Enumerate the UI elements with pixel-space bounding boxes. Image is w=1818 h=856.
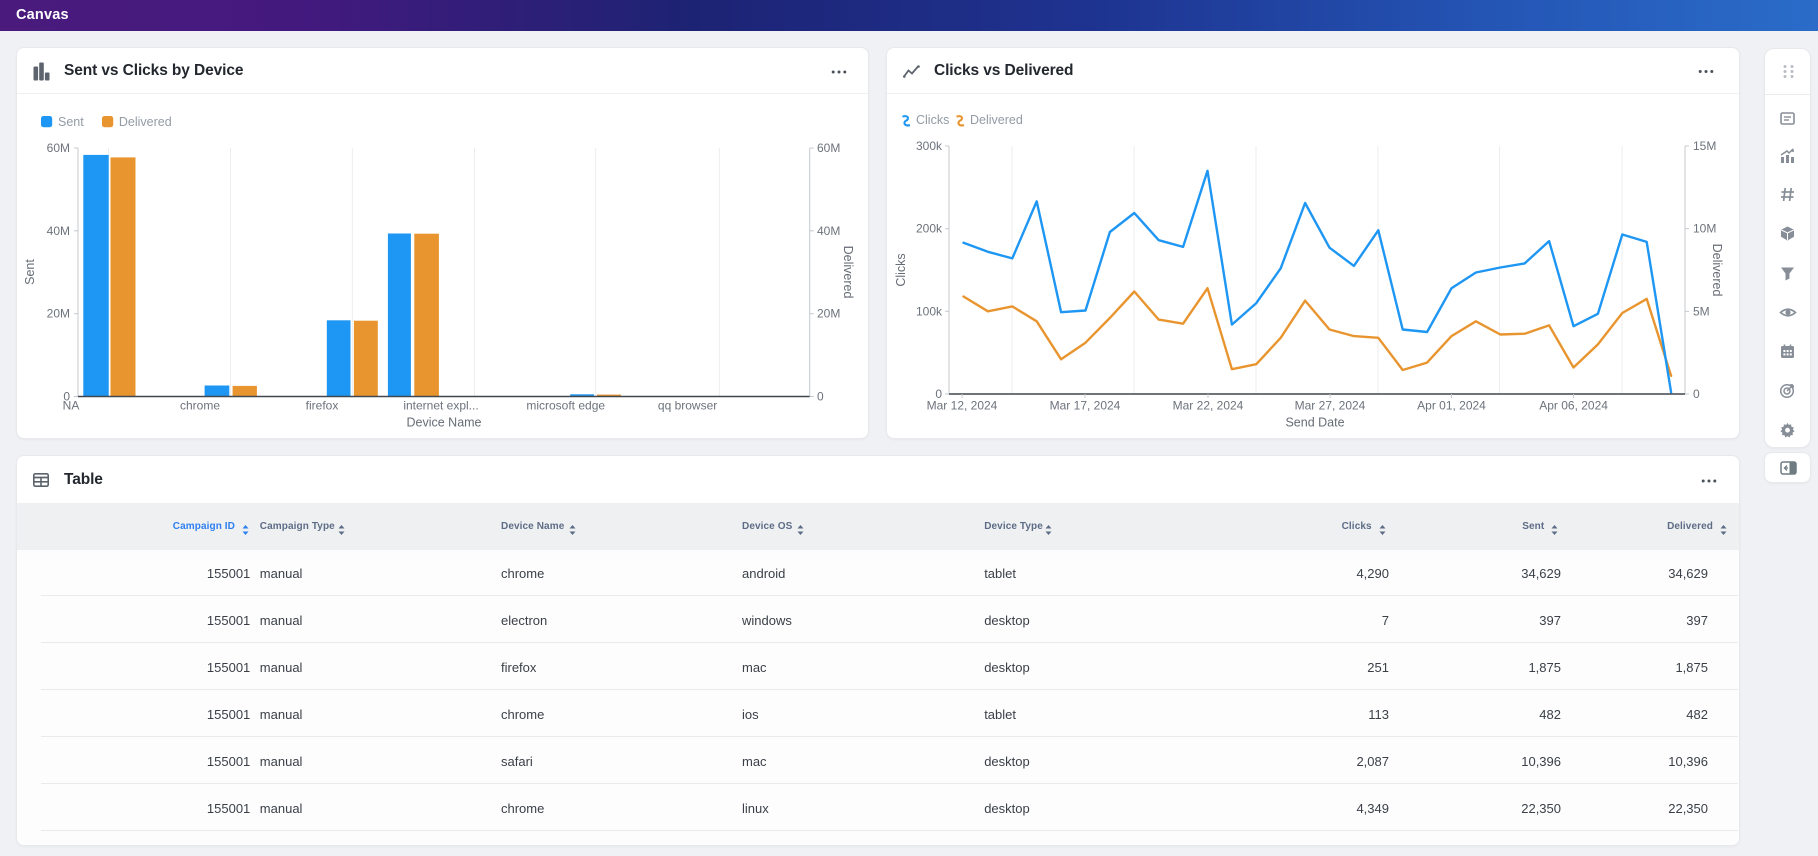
svg-text:0: 0 [1693,387,1700,401]
svg-text:20M: 20M [817,307,840,321]
svg-text:10M: 10M [1693,222,1716,236]
svg-text:qq browser: qq browser [658,399,717,413]
svg-text:Mar 17, 2024: Mar 17, 2024 [1050,399,1121,413]
svg-text:chrome: chrome [180,399,220,413]
svg-text:Delivered: Delivered [1710,244,1724,297]
svg-text:Apr 01, 2024: Apr 01, 2024 [1417,399,1486,413]
svg-text:firefox: firefox [306,399,339,413]
svg-text:Clicks: Clicks [894,253,908,286]
svg-text:Mar 22, 2024: Mar 22, 2024 [1173,399,1244,413]
svg-text:60M: 60M [47,141,70,155]
svg-text:20M: 20M [47,307,70,321]
svg-text:40M: 40M [817,224,840,238]
svg-text:15M: 15M [1693,139,1716,153]
svg-text:0: 0 [817,390,824,404]
svg-text:Send Date: Send Date [1285,416,1344,430]
svg-text:Sent: Sent [23,259,37,285]
svg-text:internet expl...: internet expl... [403,399,478,413]
svg-text:Device Name: Device Name [406,416,481,430]
svg-text:100k: 100k [916,304,943,318]
svg-text:Apr 06, 2024: Apr 06, 2024 [1539,399,1608,413]
svg-text:Delivered: Delivered [841,246,855,299]
svg-text:200k: 200k [916,222,943,236]
svg-text:5M: 5M [1693,304,1710,318]
svg-text:60M: 60M [817,141,840,155]
svg-text:NA: NA [63,399,80,413]
svg-text:Mar 27, 2024: Mar 27, 2024 [1295,399,1366,413]
svg-text:Mar 12, 2024: Mar 12, 2024 [927,399,998,413]
svg-text:40M: 40M [47,224,70,238]
svg-text:microsoft edge: microsoft edge [526,399,605,413]
svg-text:300k: 300k [916,139,943,153]
